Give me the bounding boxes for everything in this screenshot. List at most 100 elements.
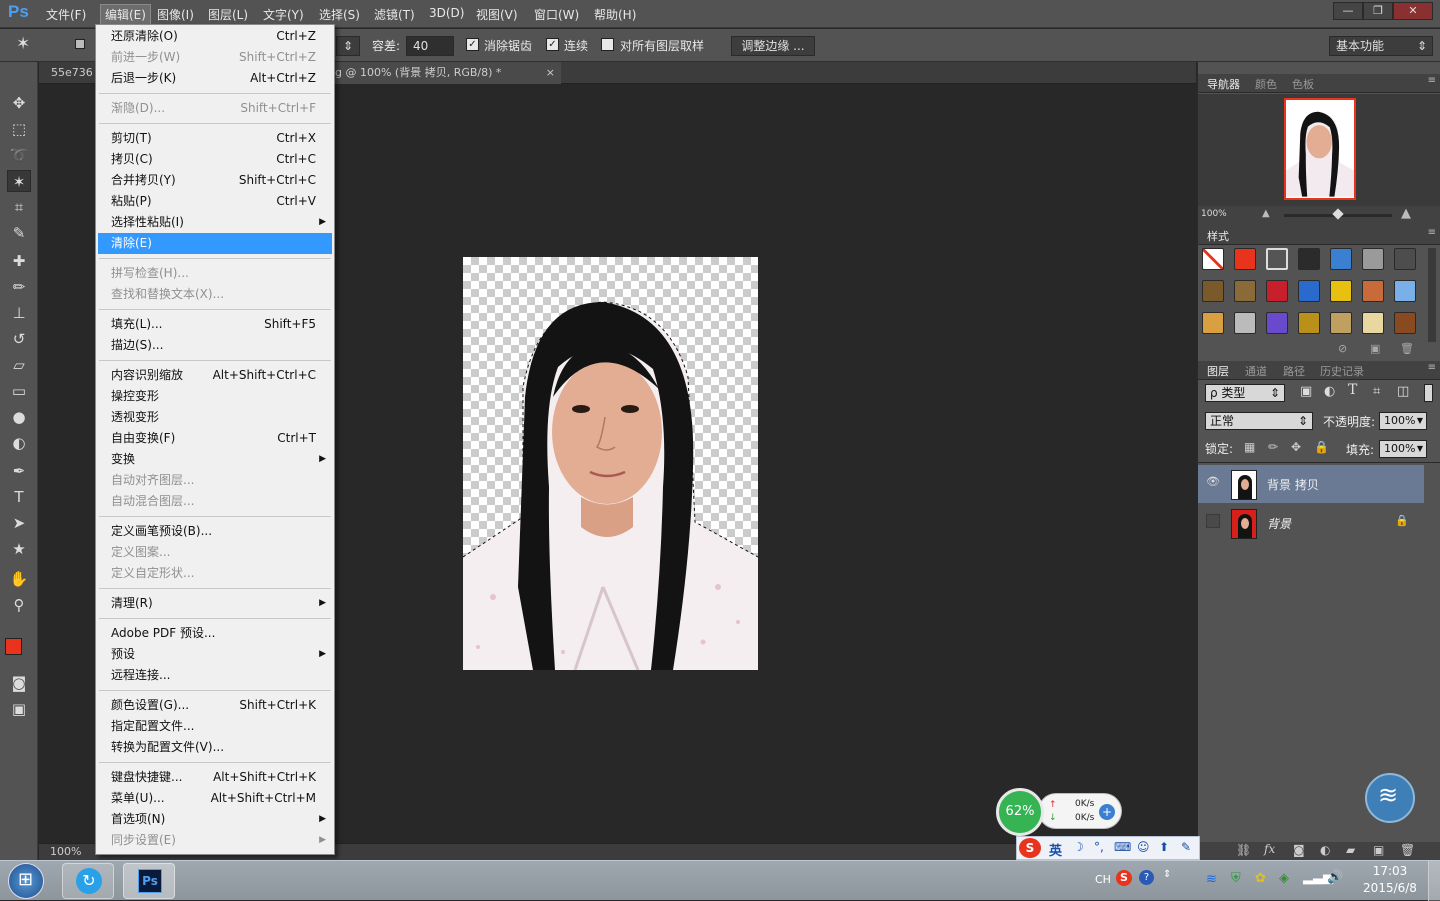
edit-menu-item[interactable]: 选择性粘贴(I) ▶ xyxy=(96,212,334,233)
edit-menu-item[interactable]: 后退一步(K) Alt+Ctrl+Z xyxy=(96,68,334,89)
network-monitor[interactable]: ↑ ↓ 0K/s 0K/s + xyxy=(1038,793,1122,829)
menu-1[interactable]: 编辑(E) xyxy=(100,4,151,25)
style-preset-swatch[interactable] xyxy=(1298,312,1320,334)
menu-0[interactable]: 文件(F) xyxy=(46,6,86,23)
hand-tool-icon[interactable]: ✋ xyxy=(7,568,31,590)
minimize-button[interactable]: — xyxy=(1333,2,1363,20)
help-tray-icon[interactable]: ? xyxy=(1139,870,1154,885)
layer-style-icon[interactable]: fx xyxy=(1264,842,1275,856)
lock-pixels-icon[interactable]: ✏ xyxy=(1268,440,1278,454)
tab-history[interactable]: 历史记录 xyxy=(1320,363,1364,379)
style-preset-swatch[interactable] xyxy=(1298,248,1320,270)
style-preset-swatch[interactable] xyxy=(1234,280,1256,302)
close-tab-icon[interactable]: × xyxy=(546,62,555,84)
panel-menu-icon[interactable]: ≡ xyxy=(1428,75,1436,86)
edit-menu-item[interactable]: 指定配置文件... xyxy=(96,716,334,737)
filter-toggle[interactable] xyxy=(1424,384,1433,402)
layer-name[interactable]: 背景 xyxy=(1267,515,1291,532)
tab-styles[interactable]: 样式 xyxy=(1207,228,1229,244)
type-tool-icon[interactable]: T xyxy=(7,486,31,508)
style-preset-swatch[interactable] xyxy=(1394,312,1416,334)
menu-2[interactable]: 图像(I) xyxy=(157,6,194,23)
monitor-tray-icon[interactable]: ◈ xyxy=(1279,871,1289,886)
blend-mode-dropdown[interactable]: 正常 ⇕ xyxy=(1205,412,1313,430)
tab-color[interactable]: 颜色 xyxy=(1255,76,1277,92)
edit-menu-item[interactable]: 拷贝(C) Ctrl+C xyxy=(96,149,334,170)
punctuation-icon[interactable]: °, xyxy=(1094,840,1104,854)
style-preset-swatch[interactable] xyxy=(1266,280,1288,302)
menu-9[interactable]: 窗口(W) xyxy=(534,6,579,23)
menu-8[interactable]: 视图(V) xyxy=(476,6,518,23)
brush-tool-icon[interactable]: ✏ xyxy=(7,276,31,298)
style-preset-swatch[interactable] xyxy=(1266,248,1288,270)
new-style-icon[interactable]: ▣ xyxy=(1370,342,1380,355)
menu-4[interactable]: 文字(Y) xyxy=(263,6,304,23)
crop-tool-icon[interactable]: ⌗ xyxy=(7,196,31,218)
skin-icon[interactable]: ⬆ xyxy=(1159,840,1169,854)
style-preset-swatch[interactable] xyxy=(1362,280,1384,302)
eye-visibility-icon[interactable]: 👁 xyxy=(1206,475,1220,489)
edit-menu-item[interactable]: 颜色设置(G)... Shift+Ctrl+K xyxy=(96,695,334,716)
volume-tray-icon[interactable]: 🔊 xyxy=(1327,870,1343,885)
network-tray-icon[interactable]: ≋ xyxy=(1206,872,1217,887)
zoom-slider-thumb[interactable] xyxy=(1332,208,1344,220)
tab-navigator[interactable]: 导航器 xyxy=(1207,76,1240,92)
wifi-widget[interactable]: ≋ xyxy=(1365,773,1415,823)
document-tab-1[interactable]: 55e736 xyxy=(43,62,101,84)
filter-shape-icon[interactable]: ⌗ xyxy=(1373,384,1380,399)
tab-paths[interactable]: 路径 xyxy=(1283,363,1305,379)
edit-menu-item[interactable]: 清除(E) xyxy=(98,233,332,254)
edit-menu-item[interactable]: 远程连接... xyxy=(96,665,334,686)
eye-visibility-icon[interactable] xyxy=(1206,514,1220,528)
menu-5[interactable]: 选择(S) xyxy=(319,6,360,23)
filter-pixel-icon[interactable]: ▣ xyxy=(1300,384,1312,399)
filter-smart-object-icon[interactable]: ◫ xyxy=(1397,384,1409,399)
magic-wand-tool-icon[interactable]: ✶ xyxy=(7,170,31,192)
clone-stamp-tool-icon[interactable]: ⊥ xyxy=(7,302,31,324)
style-preset-swatch[interactable] xyxy=(1234,312,1256,334)
eyedropper-tool-icon[interactable]: ✎ xyxy=(7,222,31,244)
panel-menu-icon[interactable]: ≡ xyxy=(1428,362,1436,373)
start-button[interactable]: ⊞ xyxy=(8,863,44,899)
adjustment-layer-icon[interactable]: ◐ xyxy=(1320,843,1330,857)
healing-brush-tool-icon[interactable]: ✚ xyxy=(7,250,31,272)
style-preset-swatch[interactable] xyxy=(1298,280,1320,302)
edit-menu-item[interactable]: 合并拷贝(Y) Shift+Ctrl+C xyxy=(96,170,334,191)
edit-menu-item[interactable]: 内容识别缩放 Alt+Shift+Ctrl+C xyxy=(96,365,334,386)
blur-tool-icon[interactable]: ● xyxy=(7,406,31,428)
edit-menu-item[interactable]: 填充(L)... Shift+F5 xyxy=(96,314,334,335)
show-desktop-button[interactable] xyxy=(1428,861,1440,901)
style-preset-swatch[interactable] xyxy=(1266,312,1288,334)
style-preset-swatch[interactable] xyxy=(1394,248,1416,270)
tab-layers[interactable]: 图层 xyxy=(1207,363,1229,379)
style-preset-swatch[interactable] xyxy=(1362,248,1384,270)
style-preset-swatch[interactable] xyxy=(1202,312,1224,334)
menu-7[interactable]: 3D(D) xyxy=(429,6,464,20)
lock-transparent-icon[interactable]: ▦ xyxy=(1244,440,1255,454)
tolerance-input[interactable]: 40 xyxy=(406,36,454,56)
layer-name[interactable]: 背景 拷贝 xyxy=(1267,476,1319,493)
styles-scrollbar[interactable] xyxy=(1428,248,1436,342)
panel-menu-icon[interactable]: ≡ xyxy=(1428,227,1436,238)
edit-menu-item[interactable]: 粘贴(P) Ctrl+V xyxy=(96,191,334,212)
canvas-image[interactable] xyxy=(463,257,758,670)
shape-tool-icon[interactable]: ★ xyxy=(7,538,31,560)
edit-menu-item[interactable]: 转换为配置文件(V)... xyxy=(96,737,334,758)
close-button[interactable]: ✕ xyxy=(1393,2,1433,20)
edit-menu-item[interactable]: Adobe PDF 预设... xyxy=(96,623,334,644)
edit-menu-item[interactable]: 清理(R) ▶ xyxy=(96,593,334,614)
tray-expand-icon[interactable]: ⇕ xyxy=(1163,869,1171,880)
sample-all-layers-checkbox[interactable] xyxy=(601,38,614,51)
new-group-icon[interactable]: ▰ xyxy=(1346,843,1355,857)
style-preset-swatch[interactable] xyxy=(1202,248,1224,270)
opacity-input[interactable]: 100% ▼ xyxy=(1379,412,1427,430)
layer-row[interactable]: 背景 🔒 xyxy=(1198,504,1424,542)
antialias-checkbox[interactable]: ✓ xyxy=(466,38,479,51)
history-brush-tool-icon[interactable]: ↺ xyxy=(7,328,31,350)
lasso-tool-icon[interactable]: ➰ xyxy=(7,144,31,166)
edit-menu-item[interactable]: 还原清除(O) Ctrl+Z xyxy=(96,26,334,47)
layer-filter-dropdown[interactable]: ρ 类型 ⇕ xyxy=(1205,384,1285,402)
delete-layer-icon[interactable]: 🗑 xyxy=(1400,843,1415,857)
sample-size-dropdown[interactable]: ⇕ xyxy=(336,36,360,56)
memory-percent-badge[interactable]: 62% xyxy=(996,788,1044,836)
